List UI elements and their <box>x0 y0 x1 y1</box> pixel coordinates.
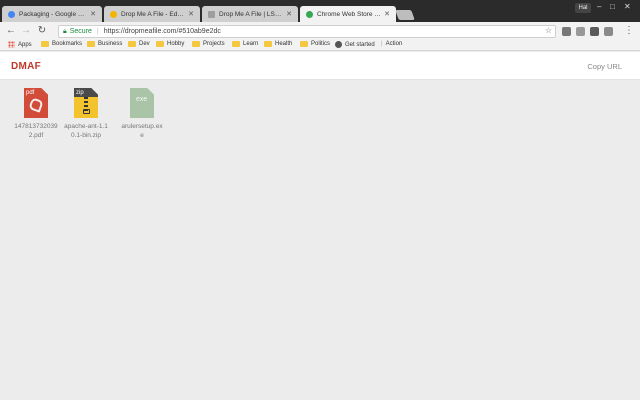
copy-url-button[interactable]: Copy URL <box>587 62 622 71</box>
bookmark-apps[interactable]: Apps <box>8 41 32 48</box>
tab-title: Packaging - Google Chr <box>19 10 88 18</box>
bookmark-label: Hobby <box>167 41 185 47</box>
bookmark-label: Health <box>275 41 293 47</box>
menu-icon[interactable]: ⋮ <box>622 24 636 38</box>
folder-icon <box>300 41 308 47</box>
tab-title: Drop Me A File - Edit Ite <box>121 10 186 18</box>
bookmark-get-started[interactable]: Get started <box>335 41 375 48</box>
tab-drop-me-a-file-lsd[interactable]: Drop Me A File | LSD Sof ✕ <box>202 6 298 22</box>
bookmark-label: Action <box>385 41 403 47</box>
secure-label: Secure <box>69 28 92 35</box>
profile-button[interactable]: Hal <box>575 3 591 13</box>
bookmark-label: Politics <box>311 41 331 47</box>
bookmark-label: Get started <box>345 41 375 48</box>
address-bar[interactable]: 🔒︎ Secure | https://dropmeafile.com/#510… <box>58 25 556 38</box>
folder-icon <box>264 41 272 47</box>
tab-strip: Packaging - Google Chr ✕ Drop Me A File … <box>0 0 640 22</box>
tab-packaging[interactable]: Packaging - Google Chr ✕ <box>2 6 102 22</box>
bookmark-label: Dev <box>139 41 150 47</box>
folder-icon <box>87 41 95 47</box>
folder-icon <box>192 41 200 47</box>
bookmark-label: Bookmarks <box>52 41 83 47</box>
exe-file-icon: exe <box>130 88 154 118</box>
browser-toolbar: ← → ↻ 🔒︎ Secure | https://dropmeafile.co… <box>0 22 640 40</box>
globe-icon <box>335 41 342 48</box>
folder-icon <box>156 41 164 47</box>
page-icon <box>208 10 215 18</box>
file-type-label: exe <box>136 96 148 103</box>
tab-title: Drop Me A File | LSD Sof <box>219 10 283 18</box>
bookmark-folder[interactable]: Business <box>87 41 122 47</box>
bookmark-folder[interactable]: Learn <box>232 41 258 47</box>
file-item[interactable]: zip apache-ant-1.10.1-bin.zip <box>64 88 108 140</box>
new-tab-button[interactable] <box>395 10 415 20</box>
close-icon[interactable]: ✕ <box>90 10 96 18</box>
bookmarks-bar: Apps Bookmarks Business Dev Hobby Projec… <box>0 40 640 51</box>
folder-icon <box>232 41 240 47</box>
bookmark-label: Projects <box>203 41 225 47</box>
bookmark-label: Business <box>98 41 123 47</box>
file-name: 1478137320392.pdf <box>14 123 58 139</box>
bookmark-label: Learn <box>243 41 259 47</box>
apps-icon <box>8 41 15 48</box>
bookmark-folder[interactable]: Politics <box>300 41 330 47</box>
divider: | <box>381 41 383 47</box>
bookmark-folder[interactable]: Dev <box>128 41 150 47</box>
file-type-label: zip <box>76 90 84 96</box>
close-icon[interactable]: ✕ <box>286 10 292 18</box>
divider: | <box>96 28 99 35</box>
bookmark-star-icon[interactable]: ☆ <box>545 26 552 35</box>
close-icon[interactable]: ✕ <box>188 10 194 18</box>
bookmark-action[interactable]: | Action <box>381 41 402 47</box>
extension-pocket-icon[interactable] <box>590 27 599 36</box>
bookmark-folder[interactable]: Health <box>264 41 292 47</box>
bookmark-folder[interactable]: Bookmarks <box>41 41 82 47</box>
file-item[interactable]: exe arulersetup.exe <box>120 88 164 140</box>
pdf-file-icon: pdf <box>24 88 48 118</box>
bookmark-folder[interactable]: Projects <box>192 41 225 47</box>
file-item[interactable]: pdf 1478137320392.pdf <box>14 88 58 140</box>
file-name: arulersetup.exe <box>121 123 163 139</box>
maximize-icon[interactable]: □ <box>610 2 615 11</box>
web-store-icon <box>306 10 313 18</box>
forward-icon[interactable]: → <box>19 24 33 38</box>
chrome-favicon-icon <box>8 10 15 18</box>
brand-logo[interactable]: DMAF <box>11 61 41 72</box>
folder-icon <box>41 41 49 47</box>
extension-icon[interactable] <box>604 27 613 36</box>
close-window-icon[interactable]: ✕ <box>624 2 631 11</box>
page-content: DMAF Copy URL pdf 1478137320392.pdf zip … <box>0 52 640 400</box>
bookmark-folder[interactable]: Hobby <box>156 41 184 47</box>
url-text: https://dropmeafile.com/#510ab9e2dc <box>103 28 221 35</box>
app-header: DMAF Copy URL <box>0 52 640 80</box>
back-icon[interactable]: ← <box>4 24 18 38</box>
tab-title: Chrome Web Store - sc <box>317 10 382 18</box>
zip-file-icon: zip <box>74 88 98 118</box>
favicon-icon <box>110 10 117 18</box>
file-name: apache-ant-1.10.1-bin.zip <box>64 123 108 139</box>
tab-drop-me-a-file-edit[interactable]: Drop Me A File - Edit Ite ✕ <box>104 6 200 22</box>
zipper-pull <box>82 109 90 114</box>
close-icon[interactable]: ✕ <box>384 10 390 18</box>
reload-icon[interactable]: ↻ <box>35 24 49 38</box>
minimize-icon[interactable]: – <box>597 2 601 11</box>
extension-icon[interactable] <box>576 27 585 36</box>
tab-chrome-web-store[interactable]: Chrome Web Store - sc ✕ <box>300 6 396 22</box>
bookmark-label: Apps <box>18 41 32 48</box>
file-type-label: pdf <box>26 90 35 96</box>
acrobat-mark-icon <box>28 97 44 113</box>
extension-cast-icon[interactable] <box>562 27 571 36</box>
folder-icon <box>128 41 136 47</box>
lock-icon: 🔒︎ <box>63 27 67 35</box>
